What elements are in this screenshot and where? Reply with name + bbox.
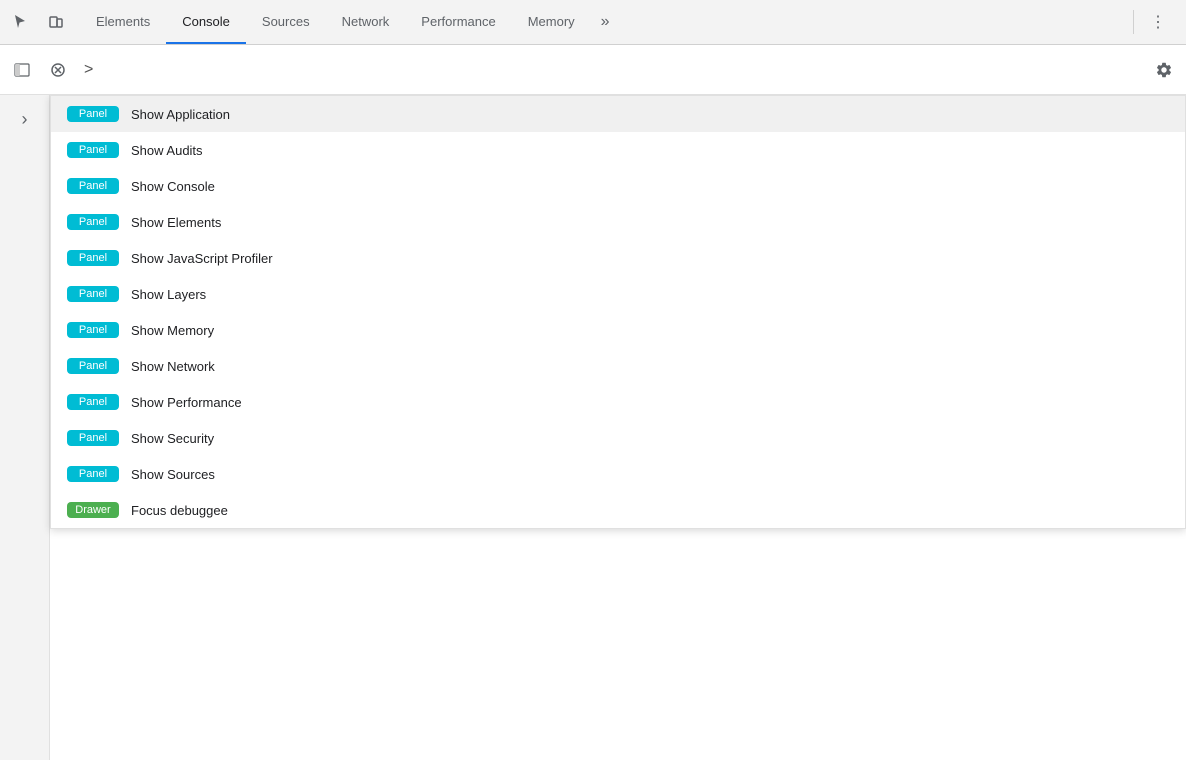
panel-badge: Panel bbox=[67, 466, 119, 482]
console-input-area: > bbox=[80, 61, 1142, 79]
tab-console[interactable]: Console bbox=[166, 0, 246, 44]
list-item[interactable]: Panel Show Layers bbox=[51, 276, 1185, 312]
command-dropdown: Panel Show Application Panel Show Audits… bbox=[50, 95, 1186, 529]
dropdown-item-label: Show JavaScript Profiler bbox=[131, 251, 273, 266]
separator bbox=[1133, 10, 1134, 34]
dropdown-item-label: Show Network bbox=[131, 359, 215, 374]
prompt-symbol: > bbox=[84, 61, 93, 79]
dropdown-item-label: Show Elements bbox=[131, 215, 221, 230]
tab-sources[interactable]: Sources bbox=[246, 0, 326, 44]
panel-badge: Panel bbox=[67, 214, 119, 230]
console-clear-button[interactable] bbox=[44, 56, 72, 84]
panel-badge: Panel bbox=[67, 358, 119, 374]
device-toggle-icon bbox=[48, 14, 64, 30]
panel-badge: Panel bbox=[67, 250, 119, 266]
list-item[interactable]: Panel Show Performance bbox=[51, 384, 1185, 420]
panel-badge: Panel bbox=[67, 178, 119, 194]
dropdown-item-label: Show Application bbox=[131, 107, 230, 122]
panel-badge: Panel bbox=[67, 394, 119, 410]
sidebar-arrow-button[interactable]: › bbox=[9, 103, 41, 135]
panel-badge: Panel bbox=[67, 142, 119, 158]
list-item[interactable]: Panel Show Audits bbox=[51, 132, 1185, 168]
dropdown-area: Panel Show Application Panel Show Audits… bbox=[50, 95, 1186, 760]
console-sidebar-toggle[interactable] bbox=[8, 56, 36, 84]
dropdown-item-label: Focus debuggee bbox=[131, 503, 228, 518]
list-item[interactable]: Panel Show Network bbox=[51, 348, 1185, 384]
list-item[interactable]: Drawer Focus debuggee bbox=[51, 492, 1185, 528]
tab-network[interactable]: Network bbox=[326, 0, 406, 44]
cursor-icon-button[interactable] bbox=[4, 6, 36, 38]
drawer-badge: Drawer bbox=[67, 502, 119, 518]
tab-bar-left-icons bbox=[4, 6, 72, 38]
dropdown-item-label: Show Memory bbox=[131, 323, 214, 338]
tab-performance[interactable]: Performance bbox=[405, 0, 511, 44]
console-bar: > bbox=[0, 45, 1186, 95]
left-sidebar: › bbox=[0, 95, 50, 760]
tab-elements[interactable]: Elements bbox=[80, 0, 166, 44]
dropdown-item-label: Show Sources bbox=[131, 467, 215, 482]
devtools-window: Elements Console Sources Network Perform… bbox=[0, 0, 1186, 760]
clear-icon bbox=[50, 62, 66, 78]
dropdown-item-label: Show Security bbox=[131, 431, 214, 446]
tabs-container: Elements Console Sources Network Perform… bbox=[80, 0, 1121, 44]
dropdown-item-label: Show Audits bbox=[131, 143, 203, 158]
panel-badge: Panel bbox=[67, 286, 119, 302]
list-item[interactable]: Panel Show JavaScript Profiler bbox=[51, 240, 1185, 276]
console-settings-button[interactable] bbox=[1150, 56, 1178, 84]
list-item[interactable]: Panel Show Application bbox=[51, 96, 1185, 132]
main-content: › Panel Show Application Panel Show Audi… bbox=[0, 95, 1186, 760]
dropdown-item-label: Show Layers bbox=[131, 287, 206, 302]
list-item[interactable]: Panel Show Memory bbox=[51, 312, 1185, 348]
tab-bar-right: ⋮ bbox=[1129, 6, 1182, 38]
device-toggle-button[interactable] bbox=[40, 6, 72, 38]
dropdown-item-label: Show Console bbox=[131, 179, 215, 194]
panel-badge: Panel bbox=[67, 322, 119, 338]
list-item[interactable]: Panel Show Sources bbox=[51, 456, 1185, 492]
tab-more-button[interactable]: » bbox=[591, 0, 620, 44]
list-item[interactable]: Panel Show Elements bbox=[51, 204, 1185, 240]
panel-badge: Panel bbox=[67, 106, 119, 122]
cursor-icon bbox=[12, 14, 28, 30]
dropdown-item-label: Show Performance bbox=[131, 395, 242, 410]
panel-badge: Panel bbox=[67, 430, 119, 446]
more-options-button[interactable]: ⋮ bbox=[1142, 6, 1174, 38]
gear-icon bbox=[1155, 61, 1173, 79]
tab-bar: Elements Console Sources Network Perform… bbox=[0, 0, 1186, 45]
sidebar-toggle-icon bbox=[14, 62, 30, 78]
list-item[interactable]: Panel Show Security bbox=[51, 420, 1185, 456]
list-item[interactable]: Panel Show Console bbox=[51, 168, 1185, 204]
tab-memory[interactable]: Memory bbox=[512, 0, 591, 44]
